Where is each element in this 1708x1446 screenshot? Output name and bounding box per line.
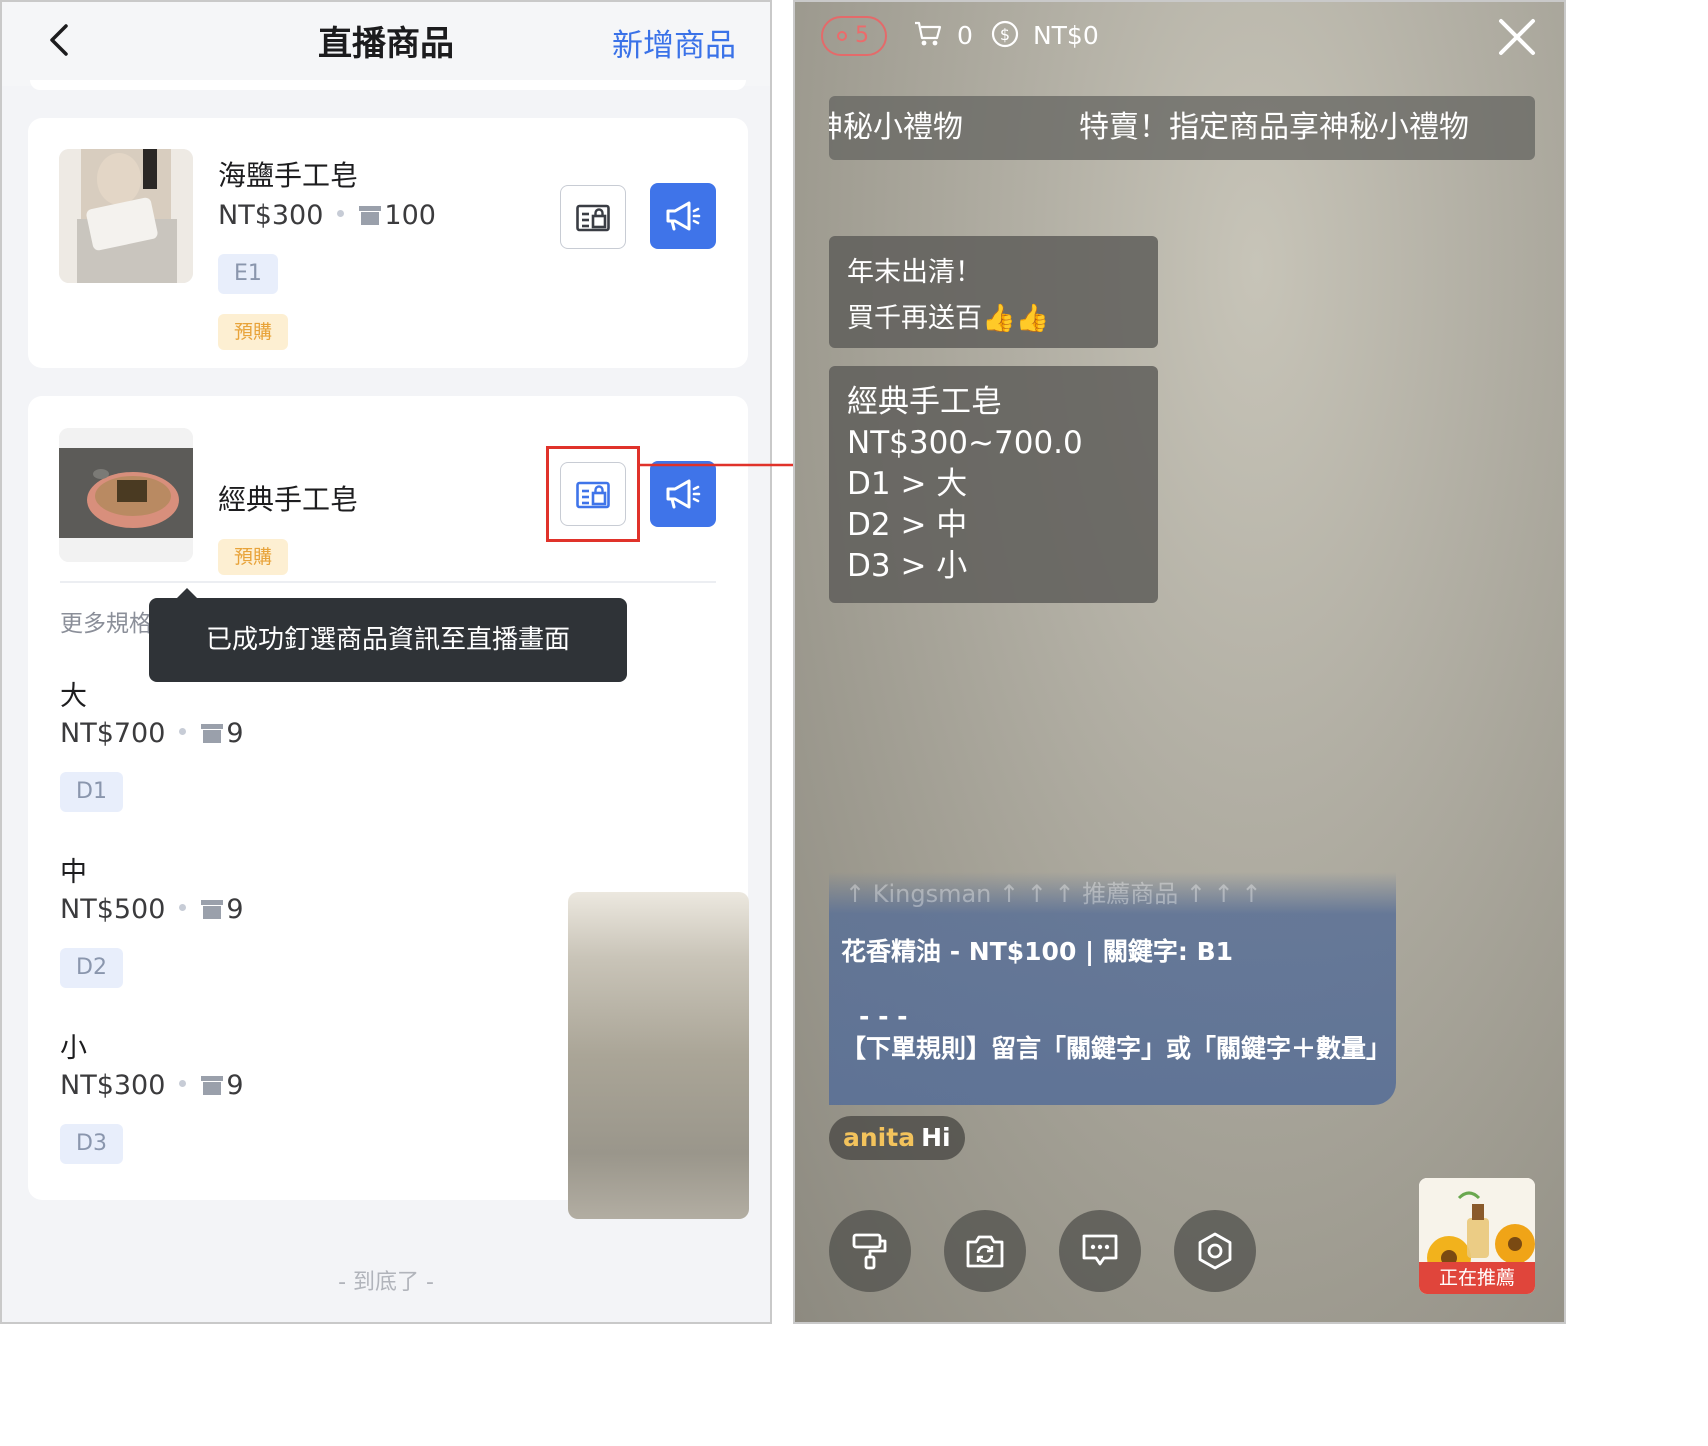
variant-price: NT$500	[60, 894, 166, 925]
variant-price-row: NT$300 9	[60, 1070, 244, 1101]
pinned-product-info[interactable]: 經典手工皂 NT$300~700.0 D1 > 大 D2 > 中 D3 > 小	[829, 366, 1158, 603]
stock-box-icon	[201, 900, 224, 919]
pinned-variant: D1 > 大	[847, 466, 968, 502]
close-icon[interactable]	[1498, 18, 1536, 56]
pinned-product-name: 經典手工皂	[847, 384, 1002, 420]
stock-box-icon	[201, 1076, 224, 1095]
product-stock: 100	[384, 200, 436, 231]
product-name: 經典手工皂	[218, 483, 359, 516]
note-line: 年末出清！	[847, 257, 982, 288]
product-thumbnail[interactable]	[59, 428, 193, 562]
megaphone-icon	[666, 479, 701, 509]
recommend-rules: 【下單規則】留言「關鍵字」或「關鍵字＋數量」	[841, 1034, 1392, 1063]
variant-code-tag: D2	[60, 948, 123, 988]
marquee-text: 特賣！指定商品享神秘小禮物	[1079, 110, 1469, 145]
variant-name: 中	[60, 857, 87, 888]
highlight-box	[546, 446, 640, 542]
product-price-row: NT$300 100	[218, 200, 436, 231]
promote-button[interactable]	[650, 183, 716, 249]
featured-label: 正在推薦	[1419, 1262, 1535, 1294]
settings-hexagon-icon	[1198, 1232, 1232, 1270]
variant-name: 小	[60, 1033, 87, 1064]
floating-live-preview[interactable]	[568, 892, 749, 1219]
separator-dot	[179, 1080, 187, 1087]
end-of-list-text: - 到底了 -	[338, 1270, 434, 1295]
variant-stock: 9	[226, 1070, 244, 1101]
marquee-text: 神秘小禮物	[829, 110, 963, 145]
variant-name: 大	[60, 681, 87, 712]
header: 直播商品 新增商品	[2, 2, 770, 90]
pinned-product-price: NT$300~700.0	[847, 425, 1083, 461]
recommend-header: ↑ Kingsman ↑ ↑ ↑ 推薦商品 ↑ ↑ ↑	[845, 880, 1262, 908]
product-code-tag: E1	[218, 254, 278, 294]
chat-username: anita	[843, 1123, 916, 1152]
variant-code-tag: D1	[60, 772, 123, 812]
toast-message: 已成功釘選商品資訊至直播畫面	[149, 598, 627, 682]
chat-message: anita Hi	[829, 1116, 965, 1160]
cart-stat: 0	[913, 20, 973, 50]
camera-flip-icon	[966, 1235, 1004, 1268]
pin-info-icon	[576, 204, 610, 232]
svg-text:$: $	[1000, 25, 1010, 44]
divider	[60, 581, 716, 583]
product-list-screen: 直播商品 新增商品 海鹽手工皂 NT$300 100 E1 預購 經典手工皂 預…	[0, 0, 772, 1324]
chat-bubble-icon	[1082, 1234, 1118, 1266]
cart-icon	[915, 21, 942, 46]
beauty-filter-button[interactable]	[829, 1210, 911, 1292]
product-name: 海鹽手工皂	[218, 159, 359, 192]
revenue-amount: NT$0	[1032, 21, 1099, 50]
settings-button[interactable]	[1174, 1210, 1256, 1292]
preorder-tag: 預購	[218, 314, 289, 350]
recommend-separator: - - -	[859, 1002, 908, 1031]
note-line: 買千再送百👍👍	[847, 303, 1050, 334]
variant-stock: 9	[226, 894, 244, 925]
viewer-count: 5	[855, 23, 869, 48]
separator-dot	[337, 210, 345, 217]
header-divider	[30, 80, 746, 90]
stock-box-icon	[201, 724, 224, 743]
stock-box-icon	[359, 206, 382, 225]
variant-price: NT$700	[60, 718, 166, 749]
megaphone-icon	[666, 201, 701, 231]
live-dot-icon	[837, 31, 847, 41]
add-product-link[interactable]: 新增商品	[612, 20, 736, 65]
dollar-coin-icon: $	[991, 20, 1019, 48]
paint-roller-icon	[852, 1233, 887, 1270]
variant-price-row: NT$500 9	[60, 894, 244, 925]
variant-stock: 9	[226, 718, 244, 749]
more-specs-toggle[interactable]: 更多規格	[60, 604, 152, 638]
separator-dot	[179, 728, 187, 735]
product-thumbnail[interactable]	[59, 149, 193, 283]
product-price: NT$300	[218, 200, 324, 231]
pin-to-live-button[interactable]	[560, 185, 626, 249]
recommend-product: 花香精油 - NT$100 | 關鍵字: B1	[841, 937, 1234, 966]
marquee-banner: 神秘小禮物 特賣！指定商品享神秘小禮物	[829, 96, 1535, 160]
pinned-variant: D3 > 小	[847, 548, 968, 584]
live-stream-screen: 5 0 $ NT$0 神秘小禮物 特賣！指定商品享神秘小禮物 年末出清！ 買千再…	[793, 0, 1566, 1324]
viewer-count-badge: 5	[821, 16, 887, 56]
separator-dot	[179, 904, 187, 911]
recommend-message: ↑ Kingsman ↑ ↑ ↑ 推薦商品 ↑ ↑ ↑ 花香精油 - NT$10…	[829, 872, 1396, 1105]
chat-text: Hi	[921, 1123, 951, 1152]
variant-price-row: NT$700 9	[60, 718, 244, 749]
pinned-note[interactable]: 年末出清！ 買千再送百👍👍	[829, 236, 1158, 348]
variant-code-tag: D3	[60, 1124, 123, 1164]
pinned-variant: D2 > 中	[847, 507, 968, 543]
featured-product[interactable]: 正在推薦	[1419, 1178, 1535, 1294]
revenue-stat: $ NT$0	[991, 20, 1099, 50]
cart-count: 0	[956, 21, 973, 50]
comment-button[interactable]	[1059, 1210, 1141, 1292]
variant-price: NT$300	[60, 1070, 166, 1101]
preorder-tag: 預購	[218, 539, 289, 575]
flip-camera-button[interactable]	[944, 1210, 1026, 1292]
